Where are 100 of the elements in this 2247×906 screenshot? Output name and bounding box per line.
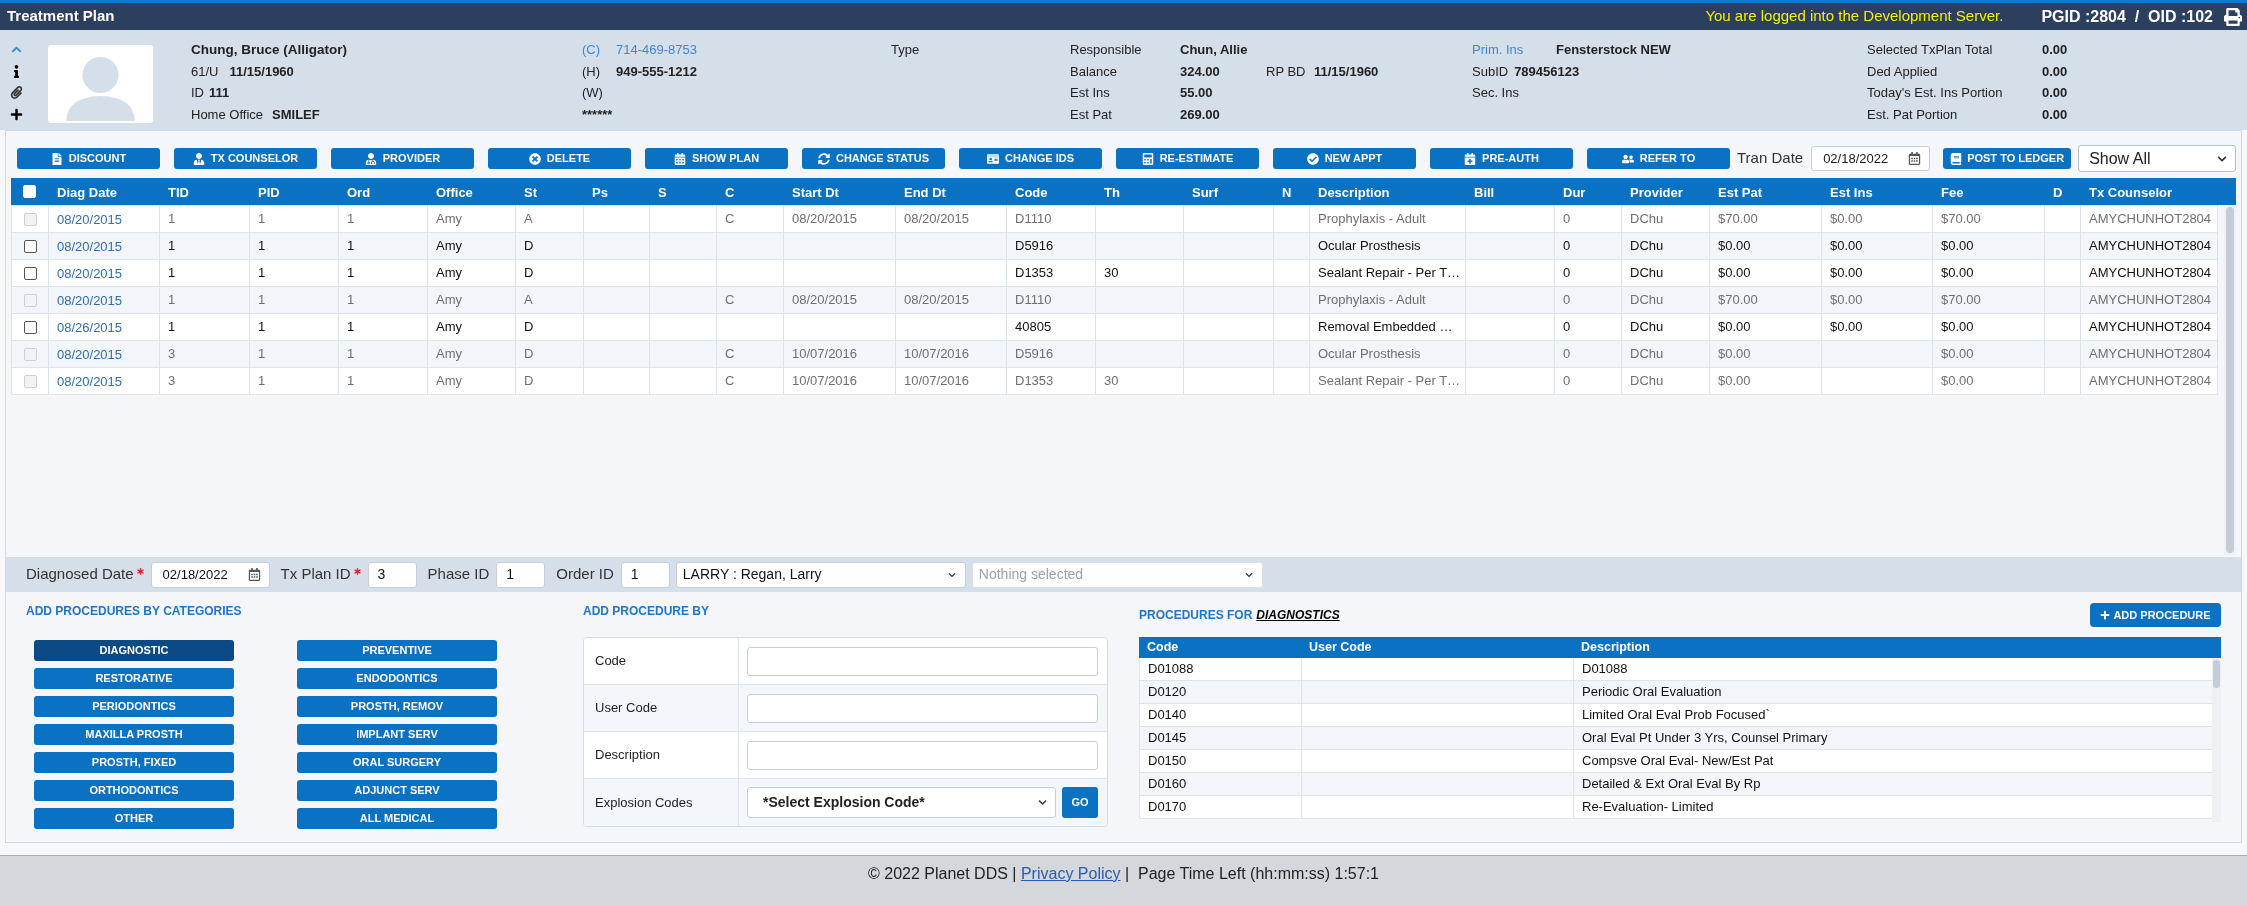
column-header[interactable]: Est Pat bbox=[1718, 184, 1763, 200]
column-header[interactable]: S bbox=[658, 184, 667, 200]
category-button[interactable]: DIAGNOSTIC bbox=[34, 640, 234, 661]
phone-link[interactable]: 714-469-8753 bbox=[616, 40, 697, 60]
paperclip-icon[interactable] bbox=[9, 86, 23, 100]
category-button[interactable]: ORTHODONTICS bbox=[34, 780, 234, 801]
column-header[interactable]: Th bbox=[1104, 184, 1120, 200]
toolbar-button[interactable]: SHOW PLAN bbox=[645, 148, 788, 169]
account-value: 55.00 bbox=[1180, 84, 1214, 102]
column-header[interactable]: Fee bbox=[1941, 184, 1964, 200]
insurance-link[interactable]: Prim. Ins bbox=[1472, 40, 1556, 60]
account-label: Est Ins bbox=[1070, 84, 1111, 102]
table-row[interactable]: D0140 Limited Oral Eval Prob Focused` bbox=[1139, 704, 2212, 727]
checkbox[interactable] bbox=[23, 267, 37, 281]
explosion-code-select[interactable]: *Select Explosion Code* bbox=[747, 787, 1056, 818]
table-row[interactable]: D0170 Re-Evaluation- Limited bbox=[1139, 796, 2212, 819]
table-cell: 1 bbox=[249, 259, 339, 287]
input-field[interactable]: 3 bbox=[367, 561, 417, 588]
privacy-policy-link[interactable]: Privacy Policy bbox=[1020, 865, 1121, 882]
toolbar-button[interactable]: PROVIDER bbox=[331, 148, 474, 169]
column-header[interactable]: Dur bbox=[1563, 184, 1586, 200]
toolbar-button[interactable]: DISCOUNT bbox=[17, 148, 160, 169]
add-procedure-button[interactable]: ADD PROCEDURE bbox=[2090, 603, 2221, 627]
column-header[interactable]: TID bbox=[168, 184, 189, 200]
table-cell: AMYCHUNHOT2804 bbox=[2080, 232, 2218, 260]
table-row[interactable]: 08/20/2015 1 1 1 Amy D D1353 30 Sealant Repair - Per T… 0 DChu $0.00 $0.00 $0.00 AMYCHUNHOT2804 bbox=[11, 259, 2218, 287]
category-button[interactable]: PREVENTIVE bbox=[297, 640, 497, 661]
input-field[interactable]: 1 bbox=[496, 561, 546, 588]
column-header[interactable]: Est Ins bbox=[1830, 184, 1873, 200]
table-row[interactable]: D0145 Oral Eval Pt Under 3 Yrs, Counsel Primary bbox=[1139, 727, 2212, 750]
table-row[interactable]: D01088 D01088 bbox=[1139, 658, 2212, 681]
toolbar-button[interactable]: CHANGE IDS bbox=[959, 148, 1102, 169]
table-row[interactable]: D0160 Detailed & Ext Oral Eval By Rp bbox=[1139, 773, 2212, 796]
category-button[interactable]: ADJUNCT SERV bbox=[297, 780, 497, 801]
input-field[interactable] bbox=[747, 740, 1098, 770]
category-button[interactable]: MAXILLA PROSTH bbox=[34, 724, 234, 745]
toolbar-button[interactable]: CHANGE STATUS bbox=[802, 148, 945, 169]
column-header[interactable]: Surf bbox=[1192, 184, 1218, 200]
column-header[interactable]: Code bbox=[1147, 640, 1179, 655]
scrollbar[interactable] bbox=[2212, 658, 2221, 822]
table-row[interactable]: 08/26/2015 1 1 1 Amy D 40805 Removal Embedded … 0 DChu $0.00 $0.00 $0.00 AMYCHUNHOT2804 bbox=[11, 313, 2218, 341]
column-header[interactable]: Start Dt bbox=[792, 184, 839, 200]
column-header[interactable]: End Dt bbox=[904, 184, 946, 200]
toolbar-button[interactable]: RE-ESTIMATE bbox=[1116, 148, 1259, 169]
column-header[interactable]: D bbox=[2053, 184, 2063, 200]
table-cell: 08/20/2015 bbox=[783, 286, 896, 314]
category-button[interactable]: ALL MEDICAL bbox=[297, 808, 497, 829]
checkbox[interactable] bbox=[23, 240, 37, 254]
toolbar-button[interactable]: REFER TO bbox=[1587, 148, 1730, 169]
column-header[interactable]: Ps bbox=[592, 184, 608, 200]
table-cell-text: D0150 bbox=[1148, 752, 1187, 771]
checkbox[interactable] bbox=[23, 321, 37, 335]
multi-select[interactable]: Nothing selected bbox=[971, 561, 1263, 588]
toolbar-button[interactable]: PRE-AUTH bbox=[1430, 148, 1573, 169]
column-header[interactable]: Tx Counselor bbox=[2089, 184, 2173, 200]
filter-select[interactable]: Show All bbox=[2078, 145, 2237, 172]
column-header[interactable]: PID bbox=[258, 184, 280, 200]
post-to-ledger-button[interactable]: POST TO LEDGER bbox=[1943, 148, 2072, 169]
table-cell: Removal Embedded … bbox=[1309, 313, 1466, 341]
column-header[interactable]: Ord bbox=[347, 184, 371, 200]
column-header[interactable]: Office bbox=[436, 184, 473, 200]
input-field[interactable] bbox=[747, 693, 1098, 723]
column-header[interactable]: N bbox=[1282, 184, 1292, 200]
column-header[interactable]: Provider bbox=[1630, 184, 1683, 200]
category-link[interactable]: DIAGNOSTICS bbox=[1256, 606, 1340, 624]
table-row[interactable]: D0120 Periodic Oral Evaluation bbox=[1139, 681, 2212, 704]
column-header[interactable]: C bbox=[725, 184, 735, 200]
column-header[interactable]: Code bbox=[1015, 184, 1048, 200]
category-button[interactable]: PROSTH, REMOV bbox=[297, 696, 497, 717]
table-cell-text: Detailed & Ext Oral Eval By Rp bbox=[1582, 775, 1761, 794]
toolbar-button[interactable]: NEW APPT bbox=[1273, 148, 1416, 169]
print-icon[interactable] bbox=[2223, 7, 2243, 26]
table-row[interactable]: 08/20/2015 1 1 1 Amy D D5916 Ocular Prosthesis 0 DChu $0.00 $0.00 $0.00 AMYCHUNHOT2804 bbox=[11, 232, 2218, 260]
category-button[interactable]: PERIODONTICS bbox=[34, 696, 234, 717]
table-cell: Sealant Repair - Per T… bbox=[1309, 259, 1466, 287]
column-header[interactable]: User Code bbox=[1309, 640, 1372, 655]
toolbar-button[interactable]: TX COUNSELOR bbox=[174, 148, 317, 169]
provider-select[interactable]: LARRY : Regan, Larry bbox=[675, 561, 966, 588]
scrollbar-thumb[interactable] bbox=[2213, 660, 2220, 688]
footer-text: © 2022 Planet DDS | Privacy Policy | Page Time Left (hh:mm:ss) 1:57:1 bbox=[868, 864, 1379, 884]
category-button[interactable]: OTHER bbox=[34, 808, 234, 829]
category-button[interactable]: RESTORATIVE bbox=[34, 668, 234, 689]
table-row[interactable]: D0150 Compsve Oral Eval- New/Est Pat bbox=[1139, 750, 2212, 773]
input-field[interactable]: 1 bbox=[620, 561, 670, 588]
column-header[interactable]: St bbox=[524, 184, 537, 200]
column-header[interactable]: Description bbox=[1581, 640, 1650, 655]
date-field[interactable]: 02/18/2022 bbox=[150, 561, 270, 588]
category-button[interactable]: ORAL SURGERY bbox=[297, 752, 497, 773]
column-header[interactable]: Diag Date bbox=[57, 184, 117, 200]
category-button[interactable]: PROSTH, FIXED bbox=[34, 752, 234, 773]
toolbar-button[interactable]: DELETE bbox=[488, 148, 631, 169]
form-label: Explosion Codes bbox=[595, 793, 693, 812]
column-header[interactable]: Bill bbox=[1474, 184, 1495, 200]
plus-icon[interactable] bbox=[9, 107, 23, 121]
column-header[interactable]: Description bbox=[1318, 184, 1390, 200]
category-button[interactable]: IMPLANT SERV bbox=[297, 724, 497, 745]
go-button[interactable]: GO bbox=[1062, 787, 1098, 818]
category-button[interactable]: ENDODONTICS bbox=[297, 668, 497, 689]
input-field[interactable] bbox=[747, 646, 1098, 676]
date-field[interactable]: 02/18/2022 bbox=[1811, 146, 1931, 171]
